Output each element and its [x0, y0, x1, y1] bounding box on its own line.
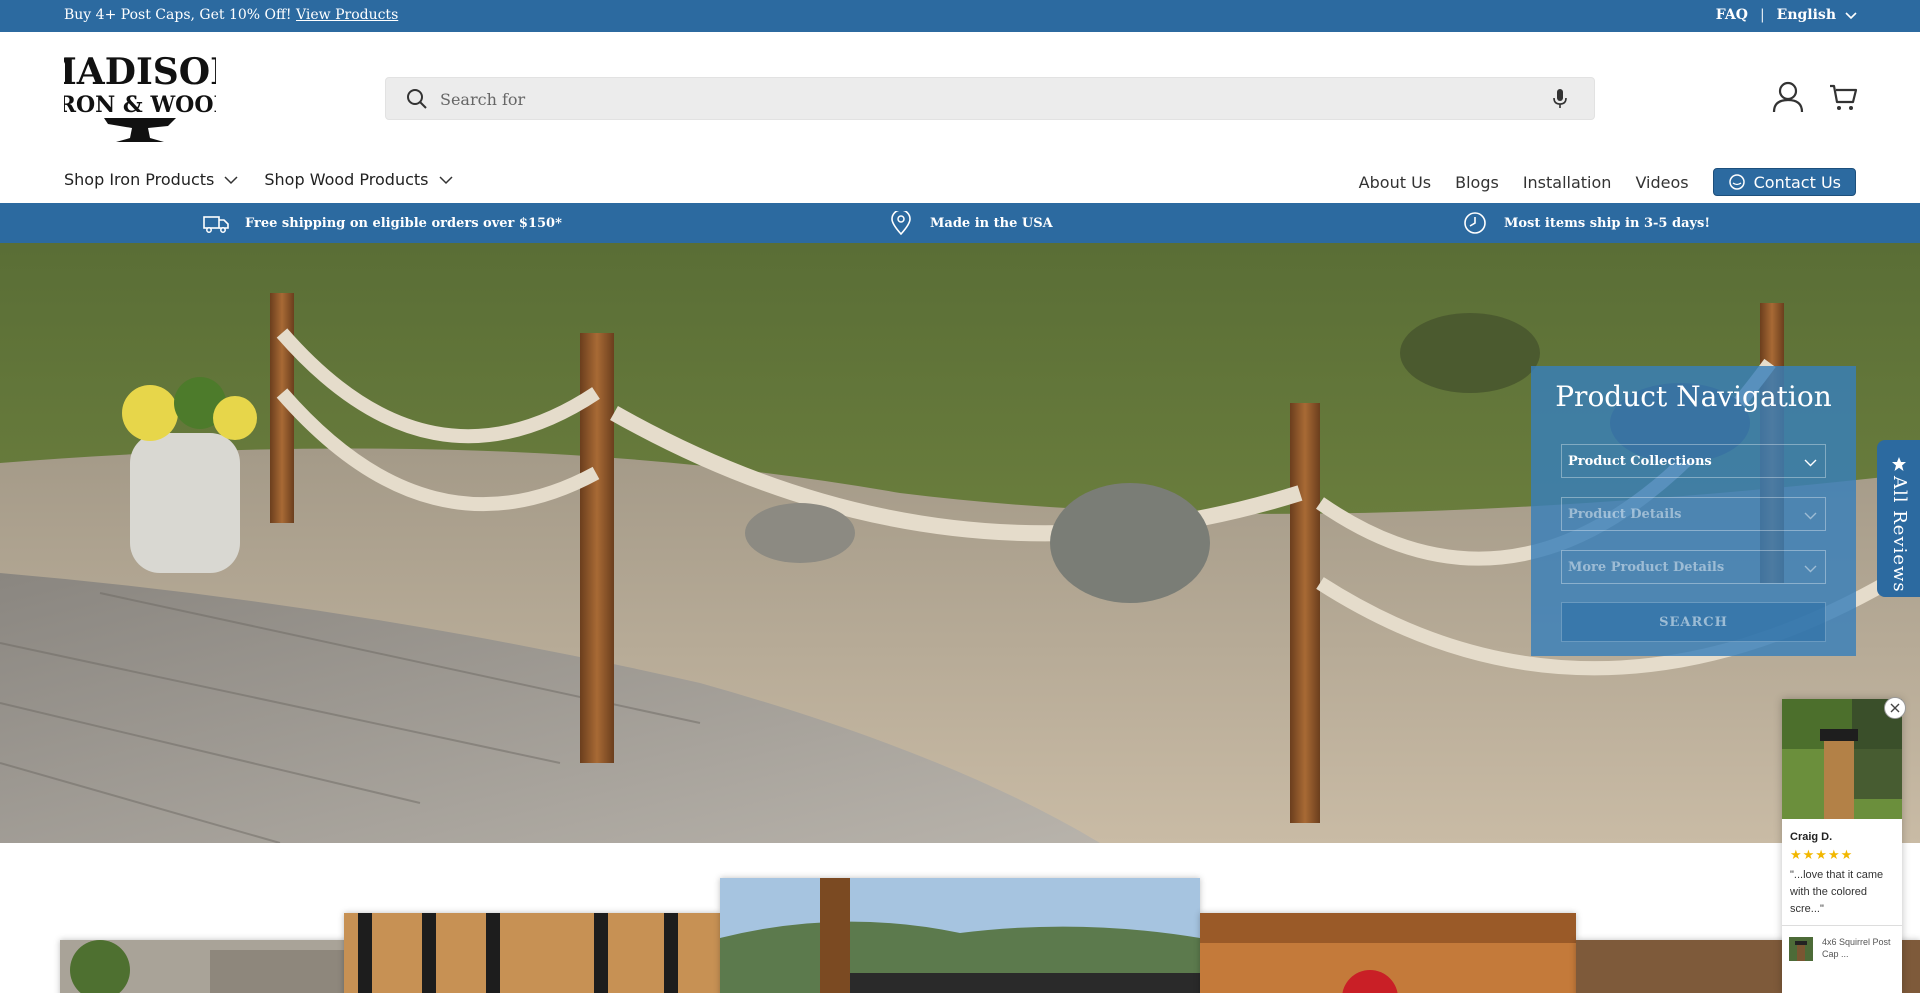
chevron-down-icon [438, 175, 453, 184]
view-products-link[interactable]: View Products [296, 7, 398, 23]
language-label: English [1776, 7, 1836, 23]
search-input[interactable] [440, 86, 1520, 112]
nav-blogs[interactable]: Blogs [1455, 173, 1499, 192]
cart-icon[interactable] [1828, 82, 1858, 112]
clock-icon [1464, 212, 1486, 234]
nav-shop-wood-label: Shop Wood Products [264, 170, 429, 189]
truck-icon [203, 216, 229, 233]
promo-text: Buy 4+ Post Caps, Get 10% Off! [64, 7, 292, 23]
review-quote: "...love that it came with the colored s… [1790, 869, 1884, 915]
nav-shop-wood[interactable]: Shop Wood Products [264, 170, 453, 189]
all-reviews-tab[interactable]: All Reviews [1877, 440, 1920, 597]
review-stars: ★★★★★ [1790, 847, 1854, 862]
nav-installation[interactable]: Installation [1523, 173, 1612, 192]
chevron-down-icon [1804, 512, 1817, 520]
reviewed-product[interactable]: 4x6 Squirrel Post Cap ... [1782, 925, 1902, 967]
primary-nav: Shop Iron Products Shop Wood Products [64, 170, 453, 189]
contact-us-button[interactable]: Contact Us [1712, 168, 1856, 196]
location-pin-icon [891, 211, 911, 235]
benefits-bar: Free shipping on eligible orders over $1… [0, 203, 1920, 243]
reviewer-name: Craig D. [1790, 831, 1833, 843]
hero-banner: Product Navigation Product Collections P… [0, 243, 1920, 843]
promo-message: Buy 4+ Post Caps, Get 10% Off! View Prod… [64, 7, 398, 23]
contact-us-label: Contact Us [1753, 172, 1841, 192]
benefit-ship-time: Most items ship in 3-5 days! [1462, 211, 1710, 235]
review-popup[interactable]: Craig D. ★★★★★ "...love that it came wit… [1782, 699, 1902, 993]
close-icon [1890, 703, 1900, 713]
carousel-card[interactable] [1200, 913, 1576, 993]
product-carousel [0, 843, 1920, 993]
svg-text:IRON & WOOD: IRON & WOOD [64, 92, 216, 118]
chat-bubble-icon [1728, 174, 1745, 190]
product-navigation-panel: Product Navigation Product Collections P… [1531, 366, 1856, 656]
star-icon [1892, 457, 1906, 471]
product-search-button[interactable]: SEARCH [1561, 602, 1826, 642]
account-icon[interactable] [1772, 80, 1804, 114]
faq-link[interactable]: FAQ [1716, 7, 1748, 23]
search-bar[interactable] [385, 77, 1595, 120]
chevron-down-icon [1804, 459, 1817, 467]
svg-text:MADISON: MADISON [64, 51, 216, 93]
more-product-details-select[interactable]: More Product Details [1561, 550, 1826, 584]
benefit-shipping-text: Free shipping on eligible orders over $1… [245, 215, 562, 231]
nav-shop-iron[interactable]: Shop Iron Products [64, 170, 238, 189]
product-search-label: SEARCH [1659, 615, 1728, 630]
reviewed-product-name: 4x6 Squirrel Post Cap ... [1822, 937, 1891, 959]
carousel-card[interactable] [344, 913, 720, 993]
chevron-down-icon [224, 175, 238, 184]
nav-videos[interactable]: Videos [1635, 173, 1688, 192]
all-reviews-label: All Reviews [1889, 476, 1910, 593]
separator: | [1759, 7, 1765, 23]
benefit-ship-time-text: Most items ship in 3-5 days! [1504, 215, 1711, 231]
secondary-nav: About Us Blogs Installation Videos Conta… [1359, 168, 1856, 196]
product-collections-label: Product Collections [1568, 454, 1712, 469]
carousel-card[interactable] [60, 940, 350, 993]
benefit-shipping: Free shipping on eligible orders over $1… [203, 211, 562, 235]
benefit-made-in-usa: Made in the USA [888, 211, 1053, 235]
chevron-down-icon [1804, 565, 1817, 573]
more-product-details-label: More Product Details [1568, 560, 1725, 575]
product-details-select[interactable]: Product Details [1561, 497, 1826, 531]
chevron-down-icon [1845, 12, 1857, 20]
product-navigation-title: Product Navigation [1555, 380, 1832, 413]
product-thumbnail [1789, 937, 1813, 961]
review-photo [1782, 699, 1902, 819]
nav-about-us[interactable]: About Us [1359, 173, 1431, 192]
site-logo[interactable]: MADISON IRON & WOOD [64, 46, 216, 148]
nav-shop-iron-label: Shop Iron Products [64, 170, 215, 189]
search-icon[interactable] [406, 88, 428, 110]
site-header: MADISON IRON & WOOD Shop Iron Products S… [0, 32, 1920, 202]
product-collections-select[interactable]: Product Collections [1561, 444, 1826, 478]
carousel-card[interactable] [720, 878, 1200, 993]
announcement-bar: Buy 4+ Post Caps, Get 10% Off! View Prod… [0, 0, 1920, 32]
product-details-label: Product Details [1568, 507, 1682, 522]
close-popup-button[interactable] [1884, 697, 1906, 719]
microphone-icon[interactable] [1550, 88, 1570, 110]
benefit-made-in-usa-text: Made in the USA [930, 215, 1053, 231]
language-selector[interactable]: English [1777, 7, 1858, 23]
